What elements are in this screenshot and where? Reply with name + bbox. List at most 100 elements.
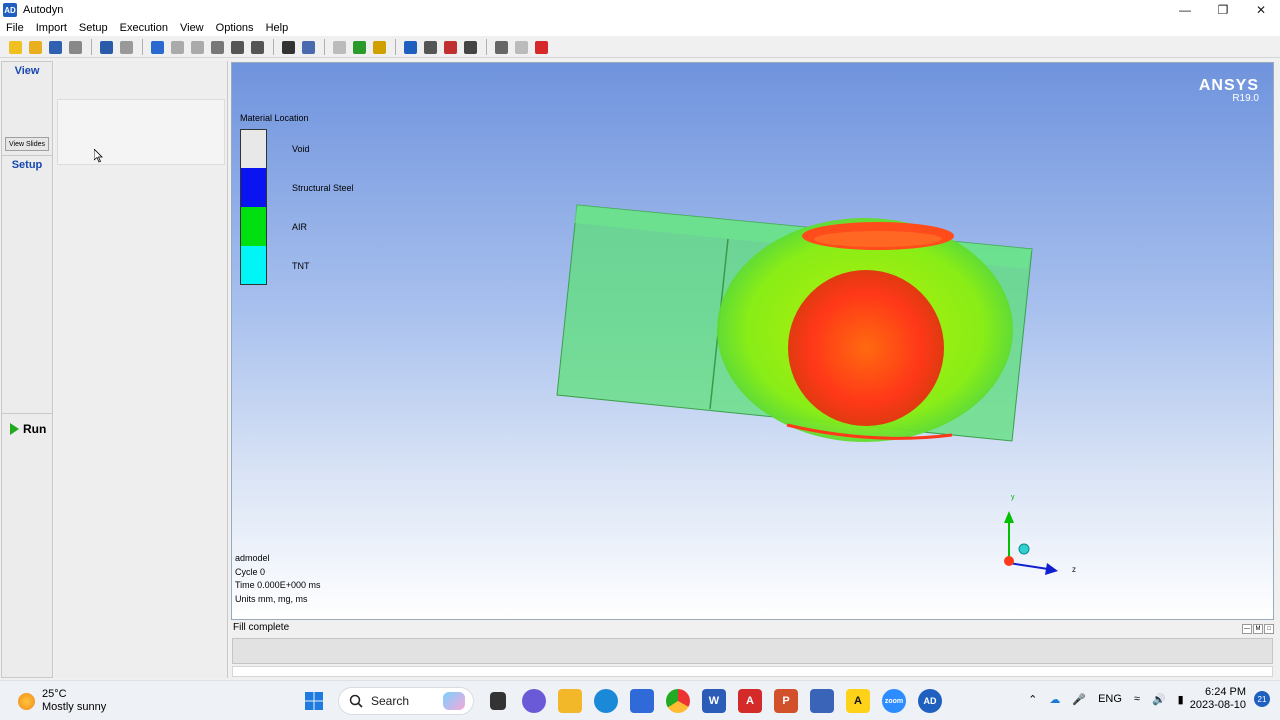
open-folder-button[interactable] xyxy=(26,38,45,56)
onedrive-icon[interactable]: ☁ xyxy=(1049,693,1060,706)
axes-icon xyxy=(211,40,224,54)
clock-time: 6:24 PM xyxy=(1205,686,1246,698)
pan-button[interactable] xyxy=(168,38,187,56)
camera-button[interactable] xyxy=(421,38,440,56)
view-nav-button[interactable]: View xyxy=(2,62,52,80)
powerpoint-icon[interactable]: P xyxy=(774,689,798,713)
clock[interactable]: 6:24 PM 2023-08-10 xyxy=(1190,686,1246,712)
menu-import[interactable]: Import xyxy=(30,22,73,34)
restore-button[interactable]: ❐ xyxy=(1204,0,1242,20)
menu-help[interactable]: Help xyxy=(260,22,295,34)
globe-button[interactable] xyxy=(97,38,116,56)
zoom-box-button[interactable] xyxy=(248,38,267,56)
task-view-icon[interactable] xyxy=(490,692,506,710)
taskbar-search[interactable]: Search xyxy=(338,687,474,715)
toolbar-separator xyxy=(324,39,325,55)
model-info: admodel Cycle 0 Time 0.000E+000 ms Units… xyxy=(235,552,320,606)
view-section: View View Slides xyxy=(2,62,52,156)
word-icon[interactable]: W xyxy=(702,689,726,713)
command-line[interactable] xyxy=(232,666,1273,677)
file-explorer-icon[interactable] xyxy=(558,689,582,713)
output-restore-button[interactable]: □ xyxy=(1264,624,1274,634)
volume-icon[interactable]: 🔊 xyxy=(1152,693,1166,706)
store-icon[interactable] xyxy=(630,689,654,713)
output-maximize-button[interactable]: M xyxy=(1253,624,1263,634)
axis-y-label: y xyxy=(1011,494,1015,501)
lightbulb-button[interactable] xyxy=(117,38,136,56)
weather-widget[interactable]: 25°C Mostly sunny xyxy=(18,688,106,714)
movie-button[interactable] xyxy=(441,38,460,56)
menu-bar: File Import Setup Execution View Options… xyxy=(0,20,1280,36)
units-readout: Units mm, mg, ms xyxy=(235,593,308,604)
run-button[interactable]: Run xyxy=(4,420,50,438)
zoom-icon xyxy=(191,40,204,54)
message-output[interactable] xyxy=(232,638,1273,664)
tnt-sphere xyxy=(788,270,944,426)
eye-button[interactable] xyxy=(279,38,298,56)
hand-button[interactable] xyxy=(330,38,349,56)
zoom-box-icon xyxy=(251,40,264,54)
menu-view[interactable]: View xyxy=(174,22,210,34)
battery-icon[interactable]: ▮ xyxy=(1178,693,1184,706)
model-render xyxy=(556,204,1033,442)
wifi-icon[interactable]: ≈ xyxy=(1134,693,1140,705)
edge-browser-icon[interactable] xyxy=(594,689,618,713)
zoom-icon[interactable]: zoom xyxy=(882,689,906,713)
print-icon xyxy=(69,40,82,54)
menu-setup[interactable]: Setup xyxy=(73,22,114,34)
slides-panel[interactable] xyxy=(57,99,225,165)
graph-button[interactable] xyxy=(299,38,318,56)
fit-button[interactable] xyxy=(228,38,247,56)
system-tray: ⌃ ☁ 🎤 ENG ≈ 🔊 ▮ 6:24 PM 2023-08-10 21 xyxy=(1022,686,1270,712)
lightning-button[interactable] xyxy=(370,38,389,56)
menu-file[interactable]: File xyxy=(0,22,30,34)
eye-icon xyxy=(282,40,295,54)
microphone-icon[interactable]: 🎤 xyxy=(1072,693,1086,706)
language-indicator[interactable]: ENG xyxy=(1098,693,1122,705)
side-panel xyxy=(55,61,228,678)
lightbulb-icon xyxy=(120,40,133,54)
view-slides-button[interactable]: View Slides xyxy=(5,137,49,151)
menu-execution[interactable]: Execution xyxy=(114,22,174,34)
slide-button[interactable] xyxy=(401,38,420,56)
new-folder-button[interactable] xyxy=(6,38,25,56)
autodyn-taskbar-icon[interactable]: AD xyxy=(918,689,942,713)
axes-button[interactable] xyxy=(208,38,227,56)
recycle-button[interactable] xyxy=(512,38,531,56)
minimize-button[interactable]: — xyxy=(1166,0,1204,20)
close-red-button[interactable] xyxy=(532,38,551,56)
model-name: admodel xyxy=(235,553,270,563)
cube-button[interactable] xyxy=(350,38,369,56)
text-icon xyxy=(464,40,477,54)
menu-options[interactable]: Options xyxy=(210,22,260,34)
toolbar-separator xyxy=(91,39,92,55)
window-button[interactable] xyxy=(492,38,511,56)
save-icon xyxy=(49,40,62,54)
hand-icon xyxy=(333,40,346,54)
taskbar: 25°C Mostly sunny Search W A P A zoom AD… xyxy=(0,680,1280,720)
toolbar-separator xyxy=(486,39,487,55)
chrome-icon[interactable] xyxy=(666,689,690,713)
chevron-up-icon[interactable]: ⌃ xyxy=(1028,693,1037,706)
notification-badge[interactable]: 21 xyxy=(1254,691,1270,707)
time-readout: Time 0.000E+000 ms xyxy=(235,580,321,590)
toolbar xyxy=(0,37,1280,58)
chat-icon[interactable] xyxy=(522,689,546,713)
workbench-icon[interactable] xyxy=(810,689,834,713)
save-button[interactable] xyxy=(46,38,65,56)
close-button[interactable]: ✕ xyxy=(1242,0,1280,20)
setup-nav-button[interactable]: Setup xyxy=(2,156,52,174)
cube-icon xyxy=(353,40,366,54)
rotate-button[interactable] xyxy=(148,38,167,56)
ansys-icon[interactable]: A xyxy=(846,689,870,713)
text-button[interactable] xyxy=(461,38,480,56)
weather-desc: Mostly sunny xyxy=(42,701,107,713)
search-icon xyxy=(349,694,363,708)
start-windows-icon[interactable] xyxy=(302,689,326,713)
left-nav: View View Slides Setup Run xyxy=(1,61,53,678)
print-button[interactable] xyxy=(66,38,85,56)
model-viewport[interactable]: ANSYS R19.0 Material Location Void Struct… xyxy=(231,62,1274,620)
acrobat-icon[interactable]: A xyxy=(738,689,762,713)
zoom-button[interactable] xyxy=(188,38,207,56)
output-minimize-button[interactable]: — xyxy=(1242,624,1252,634)
